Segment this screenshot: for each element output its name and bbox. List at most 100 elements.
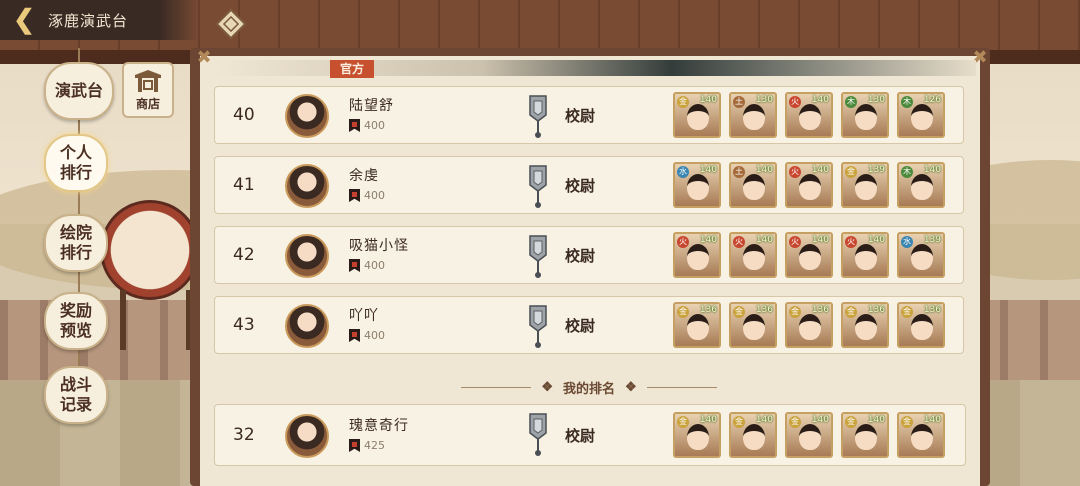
element-badge-icon: 金	[789, 416, 801, 428]
hero-card[interactable]: 火 140	[841, 232, 889, 278]
hero-card[interactable]: 水 139	[897, 232, 945, 278]
player-score: 400	[349, 119, 385, 132]
nav-item-label: 个人排行	[59, 143, 92, 182]
rank-title: 校尉	[565, 106, 596, 125]
rank-title: 校尉	[565, 316, 596, 335]
hero-card[interactable]: 金 140	[841, 412, 889, 458]
element-badge-icon: 金	[845, 416, 857, 428]
team-lineup: 水 140 土 140 火 140 金 139 木 140	[673, 162, 945, 208]
my-rank-divider: ❖ 我的排名 ❖	[214, 374, 964, 400]
diamond-menu-icon[interactable]	[215, 8, 247, 40]
tab-official[interactable]: 官方	[330, 60, 375, 78]
hero-portrait	[687, 424, 709, 450]
element-badge-icon: 金	[789, 306, 801, 318]
hero-portrait	[911, 244, 933, 270]
nav-item-academy[interactable]: 绘院排行	[44, 214, 108, 272]
score-value: 425	[364, 439, 385, 452]
player-name: 吸猫小怪	[349, 238, 409, 254]
diamond-ornament-icon: ❖	[541, 379, 553, 395]
hero-card[interactable]: 木 140	[897, 162, 945, 208]
rank-medal-icon	[529, 165, 547, 208]
hero-portrait	[687, 244, 709, 270]
ranking-row[interactable]: 40 陆望舒 400 校尉 金 140 土 130 火 140 木 130 木 126	[214, 86, 964, 144]
nav-item-label: 战斗记录	[59, 375, 92, 414]
hero-level: 140	[811, 95, 829, 105]
hero-card[interactable]: 土 130	[729, 92, 777, 138]
hero-portrait	[911, 314, 933, 340]
hero-card[interactable]: 火 140	[785, 162, 833, 208]
hero-portrait	[687, 104, 709, 130]
player-score: 400	[349, 189, 385, 202]
hero-card[interactable]: 木 130	[841, 92, 889, 138]
hero-card[interactable]: 金 136	[841, 302, 889, 348]
hero-card[interactable]: 火 140	[785, 232, 833, 278]
hero-card[interactable]: 金 140	[785, 412, 833, 458]
team-lineup: 金 136 金 136 金 136 金 136 金 136	[673, 302, 945, 348]
hero-card[interactable]: 水 140	[673, 162, 721, 208]
my-rank-row[interactable]: 32 瑰意奇行 425 校尉 金 140 金 140 金 140 金 140 金 140	[214, 404, 966, 466]
player-avatar[interactable]	[285, 164, 329, 208]
hero-portrait	[743, 174, 765, 200]
score-value: 400	[364, 329, 385, 342]
hero-card[interactable]: 金 139	[841, 162, 889, 208]
back-button[interactable]: ❮	[0, 0, 48, 40]
hero-card[interactable]: 金 140	[897, 412, 945, 458]
hero-card[interactable]: 金 136	[673, 302, 721, 348]
hero-portrait	[743, 314, 765, 340]
hero-portrait	[687, 174, 709, 200]
element-badge-icon: 火	[733, 236, 745, 248]
hero-level: 140	[755, 415, 773, 425]
hero-portrait	[855, 174, 877, 200]
player-avatar[interactable]	[285, 414, 329, 458]
hero-portrait	[855, 314, 877, 340]
rank-title: 校尉	[565, 426, 596, 445]
rank-title: 校尉	[565, 176, 596, 195]
hero-portrait	[911, 174, 933, 200]
hero-card[interactable]: 木 126	[897, 92, 945, 138]
player-name: 余虔	[349, 168, 379, 184]
rank-number: 40	[233, 105, 255, 125]
shop-button[interactable]: 商店	[122, 62, 174, 118]
hero-portrait	[855, 424, 877, 450]
hero-portrait	[799, 244, 821, 270]
hero-card[interactable]: 金 136	[897, 302, 945, 348]
banner-flag-icon	[349, 259, 360, 272]
player-avatar[interactable]	[285, 234, 329, 278]
player-score: 400	[349, 259, 385, 272]
ranking-row[interactable]: 41 余虔 400 校尉 水 140 土 140 火 140 金 139 木 140	[214, 156, 964, 214]
hero-card[interactable]: 金 140	[673, 412, 721, 458]
nav-item-arena[interactable]: 演武台	[44, 62, 114, 120]
hero-level: 136	[923, 305, 941, 315]
hero-card[interactable]: 火 140	[673, 232, 721, 278]
element-badge-icon: 土	[733, 166, 745, 178]
hero-level: 136	[755, 305, 773, 315]
hero-portrait	[799, 314, 821, 340]
hero-card[interactable]: 金 136	[785, 302, 833, 348]
hero-card[interactable]: 金 140	[729, 412, 777, 458]
my-rank-label: 我的排名	[562, 381, 615, 397]
hero-card[interactable]: 金 136	[729, 302, 777, 348]
hero-card[interactable]: 火 140	[729, 232, 777, 278]
hero-portrait	[743, 104, 765, 130]
element-badge-icon: 金	[901, 416, 913, 428]
rank-medal-icon	[529, 95, 547, 138]
hero-card[interactable]: 土 140	[729, 162, 777, 208]
player-avatar[interactable]	[285, 94, 329, 138]
page-title: 涿鹿演武台	[48, 11, 129, 30]
corner-pin-icon: ✖	[196, 47, 212, 68]
element-badge-icon: 火	[677, 236, 689, 248]
player-avatar[interactable]	[285, 304, 329, 348]
element-badge-icon: 金	[677, 416, 689, 428]
nav-item-battle-record[interactable]: 战斗记录	[44, 366, 108, 424]
ranking-row[interactable]: 43 吖吖 400 校尉 金 136 金 136 金 136 金 136 金 136	[214, 296, 964, 354]
divider-line	[461, 386, 532, 388]
hero-card[interactable]: 金 140	[673, 92, 721, 138]
top-bar: ❮ 涿鹿演武台	[0, 0, 200, 40]
hero-level: 140	[867, 235, 885, 245]
nav-item-reward[interactable]: 奖励预览	[44, 292, 108, 350]
drum-stand	[120, 290, 192, 350]
ranking-row[interactable]: 42 吸猫小怪 400 校尉 火 140 火 140 火 140 火 140 水 139	[214, 226, 964, 284]
nav-item-personal[interactable]: 个人排行	[44, 134, 108, 192]
shop-gate-icon	[135, 70, 161, 92]
hero-card[interactable]: 火 140	[785, 92, 833, 138]
